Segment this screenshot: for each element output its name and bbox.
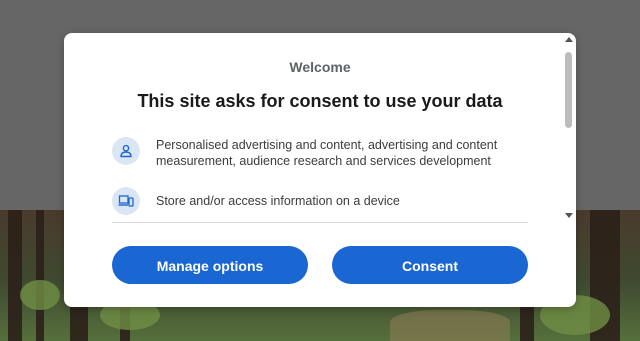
purpose-text: Store and/or access information on a dev… — [156, 194, 400, 208]
purpose-text: Personalised advertising and content, ad… — [156, 138, 498, 168]
dialog-title: This site asks for consent to use your d… — [137, 91, 503, 111]
scroll-down-icon[interactable] — [565, 213, 573, 218]
consent-dialog: Welcome This site asks for consent to us… — [64, 33, 576, 307]
devices-icon — [112, 187, 140, 215]
welcome-label: Welcome — [289, 59, 351, 75]
divider — [112, 222, 528, 223]
scroll-thumb[interactable] — [565, 52, 572, 128]
manage-options-button[interactable]: Manage options — [112, 246, 308, 284]
consent-button[interactable]: Consent — [332, 246, 528, 284]
person-icon — [112, 137, 140, 165]
content-scrollbar[interactable] — [564, 35, 574, 220]
consent-content: Welcome This site asks for consent to us… — [64, 33, 562, 223]
scroll-up-icon[interactable] — [565, 37, 573, 42]
